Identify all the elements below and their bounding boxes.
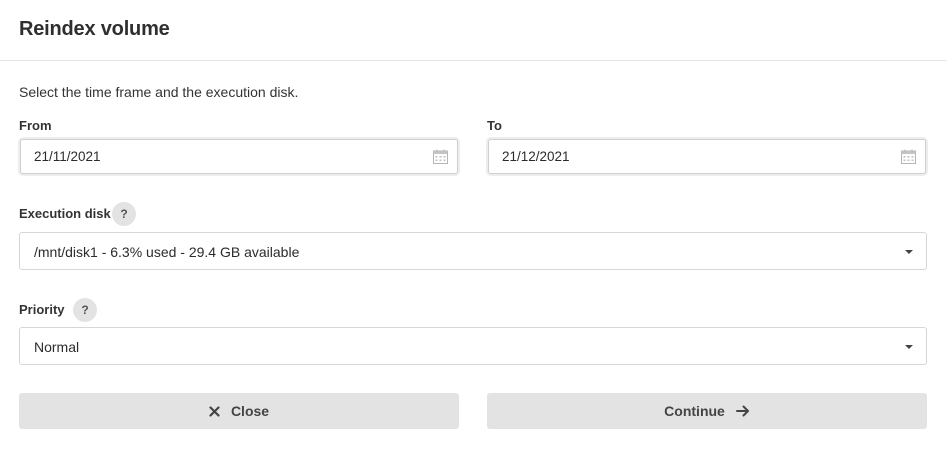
to-label: To: [487, 118, 502, 133]
execution-disk-selected: /mnt/disk1 - 6.3% used - 29.4 GB availab…: [34, 244, 300, 260]
priority-help-icon[interactable]: ?: [73, 298, 97, 322]
execution-disk-help-icon[interactable]: ?: [112, 202, 136, 226]
continue-button-label: Continue: [664, 403, 725, 419]
close-button-label: Close: [230, 403, 270, 419]
execution-disk-select[interactable]: /mnt/disk1 - 6.3% used - 29.4 GB availab…: [19, 232, 927, 270]
priority-label: Priority: [19, 302, 65, 317]
arrow-right-icon: [735, 405, 750, 417]
dialog-header: Reindex volume: [0, 0, 947, 61]
from-date-value: 21/11/2021: [34, 149, 101, 164]
chevron-down-icon: [905, 345, 913, 349]
chevron-down-icon: [905, 250, 913, 254]
from-label: From: [19, 118, 52, 133]
close-button[interactable]: Close: [19, 393, 459, 429]
continue-button[interactable]: Continue: [487, 393, 927, 429]
to-date-field[interactable]: 21/12/2021: [488, 139, 926, 174]
dialog-title: Reindex volume: [19, 18, 170, 40]
from-date-field[interactable]: 21/11/2021: [20, 139, 458, 174]
close-icon: [209, 405, 220, 417]
calendar-icon[interactable]: [433, 149, 448, 164]
execution-disk-label: Execution disk: [19, 206, 111, 221]
dialog-intro-text: Select the time frame and the execution …: [19, 84, 299, 100]
calendar-icon[interactable]: [901, 149, 916, 164]
to-date-value: 21/12/2021: [502, 149, 570, 164]
priority-select[interactable]: Normal: [19, 327, 927, 365]
priority-selected: Normal: [34, 339, 80, 355]
